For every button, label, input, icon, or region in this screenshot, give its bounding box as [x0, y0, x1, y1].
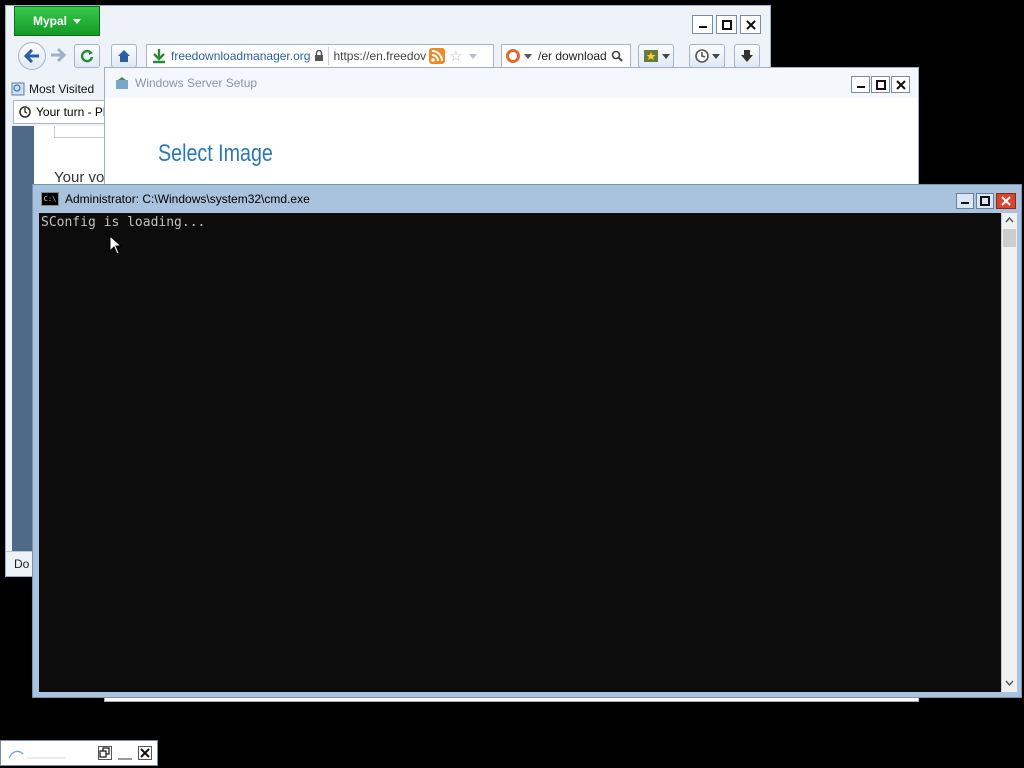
minimized-window[interactable]	[0, 740, 158, 766]
forward-arrow-icon	[51, 47, 67, 63]
downloads-button[interactable]	[734, 44, 760, 68]
scroll-down-icon	[1005, 680, 1014, 686]
cmd-title: Administrator: C:\Windows\system32\cmd.e…	[65, 192, 310, 206]
setup-heading: Select Image	[158, 140, 273, 167]
bookmarks-button[interactable]	[638, 44, 674, 68]
setup-title: Windows Server Setup	[135, 76, 258, 90]
search-engine-dropdown-icon[interactable]	[524, 53, 532, 59]
url-dropdown-icon[interactable]	[468, 53, 477, 59]
mypal-label: Mypal	[32, 14, 67, 28]
back-arrow-icon	[24, 49, 39, 63]
minimize-icon	[698, 25, 707, 28]
url-divider	[328, 47, 330, 65]
download-arrow-icon	[153, 49, 165, 64]
restore-button[interactable]	[98, 746, 112, 760]
cmd-maximize-button[interactable]	[976, 193, 994, 209]
maximize-icon	[980, 196, 990, 206]
close-button[interactable]	[740, 15, 761, 34]
cmd-scrollbar[interactable]	[1001, 213, 1017, 692]
bookmarks-star-icon	[643, 50, 658, 62]
restore-icon	[99, 747, 110, 758]
minimize-button[interactable]	[692, 15, 713, 34]
minimize-icon	[856, 85, 865, 88]
cmd-window: C:\ Administrator: C:\Windows\system32\c…	[32, 184, 1022, 698]
most-visited-link[interactable]: Most Visited	[29, 82, 94, 96]
cmd-app-icon: C:\	[41, 192, 59, 206]
close-icon	[1001, 196, 1011, 206]
search-bar[interactable]: /er download	[501, 44, 631, 68]
setup-minimize-button[interactable]	[851, 76, 870, 93]
most-visited-icon	[11, 82, 25, 96]
cmd-minimize-button[interactable]	[956, 193, 974, 209]
minimized-window-label	[7, 748, 67, 760]
reload-icon	[80, 49, 94, 63]
minimize-icon	[961, 202, 969, 204]
forward-button[interactable]	[50, 47, 67, 64]
search-icon	[611, 50, 623, 62]
loading-tab-icon	[19, 106, 31, 118]
close-icon	[745, 19, 756, 30]
clock-icon	[694, 49, 709, 63]
cmd-console[interactable]: SConfig is loading...	[39, 213, 1001, 692]
rss-icon	[429, 48, 446, 64]
scroll-up-icon	[1005, 217, 1014, 223]
duckduckgo-icon	[506, 49, 520, 63]
scroll-thumb[interactable]	[1003, 229, 1016, 247]
search-input-text: /er download	[538, 49, 607, 63]
close-icon	[895, 79, 906, 90]
cmd-titlebar: C:\ Administrator: C:\Windows\system32\c…	[33, 185, 1021, 213]
setup-app-icon	[116, 77, 128, 89]
setup-maximize-button[interactable]	[871, 76, 890, 93]
url-domain-label: freedownloadmanager.org	[171, 49, 311, 63]
mypal-menu-button[interactable]: Mypal	[14, 6, 100, 36]
mouse-cursor-icon	[109, 235, 123, 255]
chevron-down-icon	[711, 53, 720, 59]
maximize-button[interactable]	[716, 15, 737, 34]
browser-tab[interactable]: Your turn - Pl	[13, 100, 111, 124]
page-left-strip	[12, 126, 34, 551]
maximize-icon	[721, 19, 732, 30]
cmd-close-button[interactable]	[996, 193, 1016, 209]
setup-titlebar: Windows Server Setup	[105, 68, 918, 98]
setup-close-button[interactable]	[891, 76, 910, 93]
close-icon	[140, 748, 150, 758]
console-output: SConfig is loading...	[41, 215, 206, 230]
lock-icon	[315, 50, 324, 61]
bookmark-star-icon[interactable]: ☆	[449, 47, 462, 65]
tab-title: Your turn - Pl	[36, 105, 106, 119]
page-box	[54, 126, 109, 138]
url-address-text: https://en.freedov	[333, 49, 427, 63]
minimized-close-button[interactable]	[138, 746, 152, 760]
minimize-bar[interactable]	[118, 758, 132, 760]
download-icon	[741, 50, 753, 62]
chevron-down-icon	[73, 18, 81, 24]
back-button[interactable]	[18, 42, 46, 70]
status-text: Do	[14, 556, 30, 571]
bookmarks-bar: Most Visited	[11, 78, 111, 100]
home-icon	[118, 50, 130, 62]
reload-button[interactable]	[74, 44, 100, 68]
url-bar[interactable]: freedownloadmanager.org https://en.freed…	[146, 44, 494, 68]
home-button[interactable]	[111, 44, 137, 68]
maximize-icon	[875, 79, 886, 90]
history-button[interactable]	[689, 44, 725, 68]
chevron-down-icon	[661, 53, 670, 59]
